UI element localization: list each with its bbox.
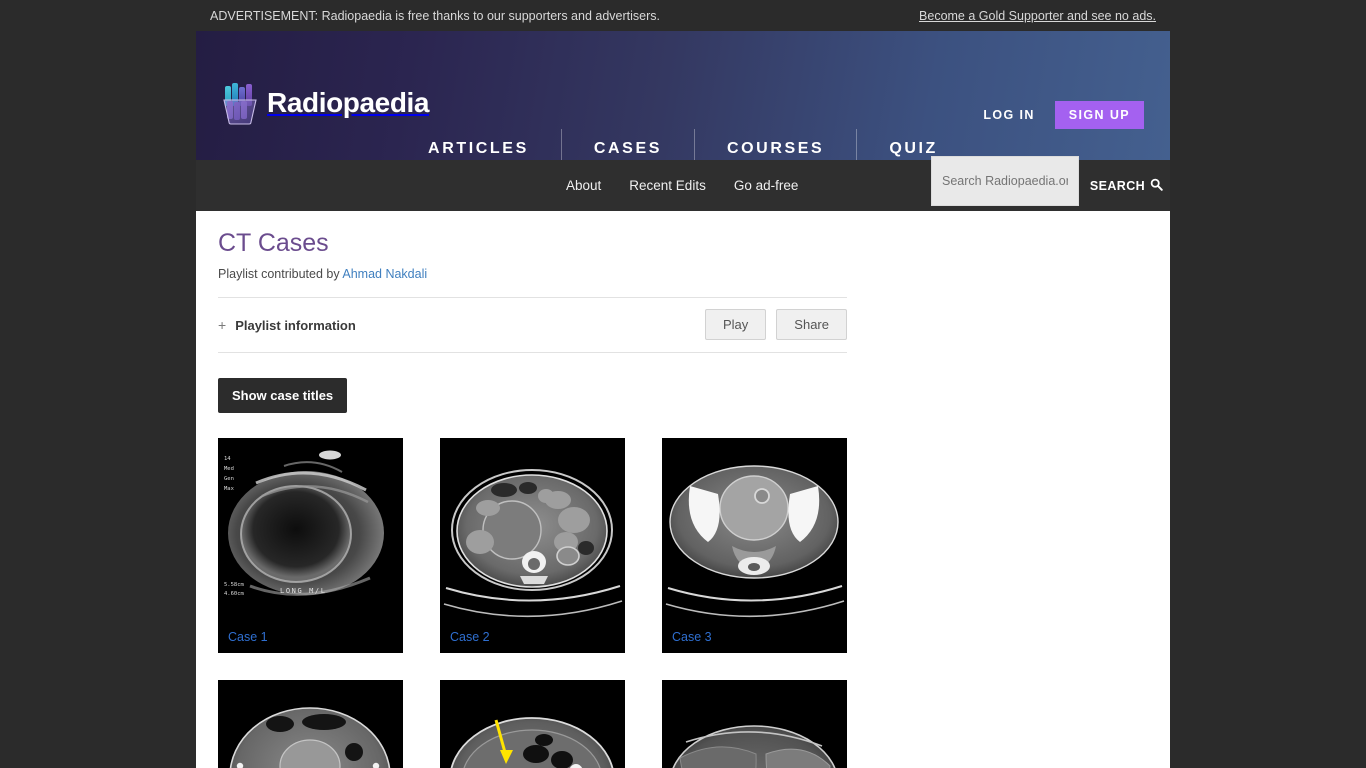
page-container: ADVERTISEMENT: Radiopaedia is free thank… — [196, 0, 1170, 768]
contributor-link[interactable]: Ahmad Nakdali — [342, 267, 427, 281]
case-thumbnail-image — [662, 680, 847, 768]
nav-item-articles[interactable]: ARTICLES — [396, 135, 561, 163]
page-title: CT Cases — [218, 229, 329, 257]
sign-up-button[interactable]: SIGN UP — [1054, 101, 1144, 129]
case-thumbnail-image: 14 Med Gen Max 5.58cm 4.60cm LONG M/L — [218, 438, 403, 623]
case-card[interactable]: Case 2 — [440, 438, 625, 653]
utility-links: About Recent Edits Go ad-free — [566, 160, 798, 211]
main-content: CT Cases Playlist contributed by Ahmad N… — [196, 211, 1170, 768]
radiopaedia-bucket-logo-icon — [222, 81, 260, 125]
case-label: Case 3 — [672, 630, 712, 644]
svg-text:14: 14 — [224, 456, 231, 462]
utility-link-about[interactable]: About — [566, 178, 601, 193]
magnifier-icon — [1150, 178, 1163, 194]
case-label: Case 1 — [228, 630, 268, 644]
playlist-information-toggle[interactable]: + Playlist information — [218, 317, 356, 333]
nav-item-courses[interactable]: COURSES — [695, 135, 856, 163]
case-card[interactable]: 14 Med Gen Max 5.58cm 4.60cm LONG M/L Case … — [218, 438, 403, 653]
svg-text:5.58cm: 5.58cm — [224, 582, 245, 588]
search-input[interactable] — [931, 156, 1079, 206]
playlist-info-row: + Playlist information Play Share — [218, 297, 847, 353]
auth-controls: LOG IN SIGN UP — [983, 101, 1144, 129]
svg-text:LONG M/L: LONG M/L — [280, 587, 327, 595]
playlist-information-label: Playlist information — [235, 317, 356, 333]
share-button[interactable]: Share — [776, 309, 847, 340]
ad-message: ADVERTISEMENT: Radiopaedia is free thank… — [210, 8, 660, 23]
playlist-actions: Play Share — [705, 309, 847, 340]
case-thumbnail-image — [218, 680, 403, 768]
byline-prefix: Playlist contributed by — [218, 267, 343, 281]
case-card[interactable]: Case 3 — [662, 438, 847, 653]
site-masthead: Radiopaedia LOG IN SIGN UP ARTICLES CASE… — [196, 31, 1170, 173]
search-button[interactable]: SEARCH — [1083, 160, 1170, 211]
show-case-titles-button[interactable]: Show case titles — [218, 378, 348, 413]
svg-text:Max: Max — [224, 486, 235, 492]
playlist-byline: Playlist contributed by Ahmad Nakdali — [218, 267, 1148, 281]
utility-link-go-ad-free[interactable]: Go ad-free — [734, 178, 799, 193]
svg-text:Gen: Gen — [224, 476, 234, 482]
case-card[interactable]: Case 4 — [218, 680, 403, 768]
case-thumbnail-image — [662, 438, 847, 623]
expand-plus-icon: + — [218, 317, 227, 333]
site-logo-link[interactable]: Radiopaedia — [222, 81, 429, 125]
utility-bar: About Recent Edits Go ad-free SEARCH — [196, 156, 1170, 211]
log-in-link[interactable]: LOG IN — [983, 108, 1034, 122]
play-button[interactable]: Play — [705, 309, 767, 340]
search-button-label: SEARCH — [1089, 178, 1146, 193]
case-thumbnail-image — [440, 438, 625, 623]
case-card[interactable]: Case 6 — [662, 680, 847, 768]
gold-supporter-link[interactable]: Become a Gold Supporter and see no ads. — [919, 9, 1156, 23]
utility-link-recent-edits[interactable]: Recent Edits — [629, 178, 706, 193]
case-card[interactable]: Case 5 — [440, 680, 625, 768]
advertisement-bar: ADVERTISEMENT: Radiopaedia is free thank… — [196, 0, 1170, 31]
case-thumbnail-image — [440, 680, 625, 768]
case-label: Case 2 — [450, 630, 490, 644]
case-grid: 14 Med Gen Max 5.58cm 4.60cm LONG M/L Case … — [218, 438, 847, 768]
nav-item-cases[interactable]: CASES — [562, 135, 694, 163]
svg-text:Med: Med — [224, 466, 234, 472]
logo-wordmark: Radiopaedia — [267, 87, 430, 118]
svg-text:4.60cm: 4.60cm — [224, 591, 245, 597]
